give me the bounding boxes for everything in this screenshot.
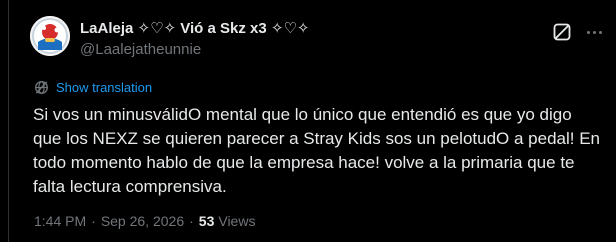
more-button[interactable] xyxy=(584,22,604,42)
author-name-row[interactable]: LaAleja ✧♡✧ Vió a Skz x3 ✧♡✧ xyxy=(80,18,309,38)
more-icon-dot xyxy=(598,30,602,34)
more-icon-dot xyxy=(592,30,596,34)
tweet-metadata: 1:44 PM · Sep 26, 2026 · 53 Views xyxy=(34,213,255,229)
user-handle[interactable]: @Laalejatheunnie xyxy=(80,41,201,58)
tweet-date[interactable]: Sep 26, 2026 xyxy=(101,213,184,229)
show-translation-label[interactable]: Show translation xyxy=(56,80,152,95)
tweet-text: Si vos un minusválidO mental que lo únic… xyxy=(33,105,600,196)
grok-icon xyxy=(553,23,571,41)
avatar[interactable] xyxy=(30,16,70,56)
display-name[interactable]: LaAleja ✧♡✧ Vió a Skz x3 ✧♡✧ xyxy=(80,19,309,37)
avatar-image xyxy=(30,16,70,56)
meta-separator: · xyxy=(189,213,194,229)
meta-separator: · xyxy=(91,213,96,229)
views-label: Views xyxy=(218,213,256,229)
views-count[interactable]: 53 xyxy=(199,213,215,229)
more-icon-dot xyxy=(586,30,590,34)
grok-button[interactable] xyxy=(552,22,572,42)
tweet-time[interactable]: 1:44 PM xyxy=(34,213,86,229)
show-translation-link[interactable]: Show translation xyxy=(34,80,152,95)
globe-icon xyxy=(35,81,48,94)
